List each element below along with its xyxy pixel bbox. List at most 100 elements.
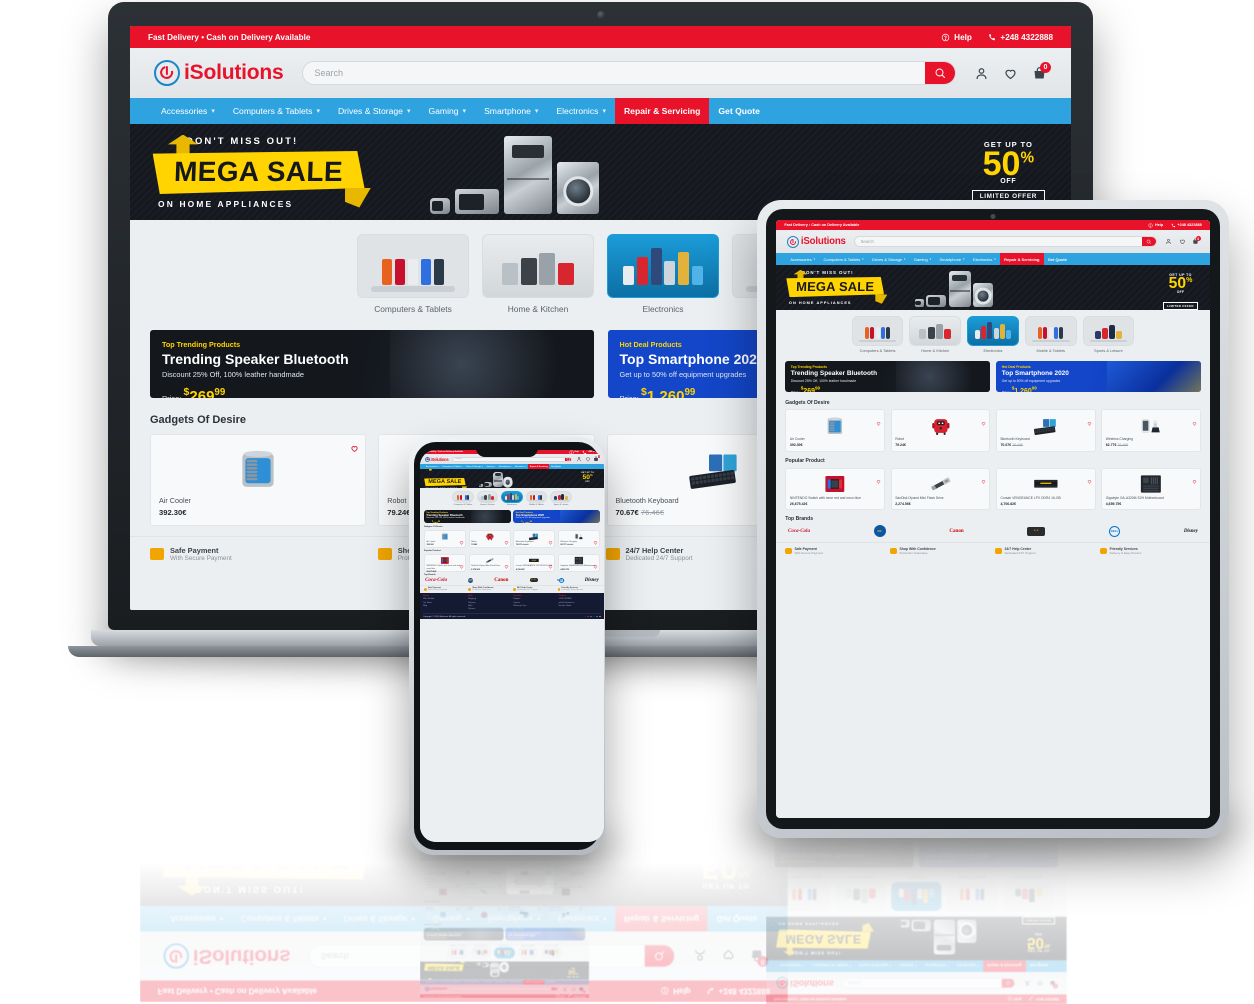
promo-card-dark[interactable]: Top Trending Products Trending Speaker B… [423,928,504,941]
category-tile-mobile-tablets[interactable]: Mobile & Tablets [517,944,539,959]
category-tile-home-kitchen[interactable]: Home & Kitchen [476,490,499,506]
category-tile-electronics[interactable]: Electronics [493,944,516,959]
nav-item-computers-tablets[interactable]: Computers & Tablets ▾ [224,98,329,124]
product-card[interactable]: Bluetooth Keyboard 70.67€ 76.46€ [995,409,1096,452]
brand-logo-dell[interactable]: DELL [546,870,553,876]
product-card[interactable]: NINTENDO Switch with neon red and neon b… [423,880,463,899]
search-button[interactable] [551,987,558,991]
wishlist-icon[interactable] [1179,238,1186,245]
search-input[interactable]: Search [453,458,566,461]
wishlist-heart-icon[interactable] [593,532,598,550]
wishlist-icon[interactable] [1003,66,1018,81]
promo-card-dark[interactable]: Top Trending Products Trending Speaker B… [774,838,914,868]
phone-link[interactable]: +248 4322888 [582,450,600,455]
search-button[interactable] [644,945,675,967]
wishlist-heart-icon[interactable] [548,556,553,574]
brand-logo-dell[interactable]: DELL [1109,525,1121,537]
hero-banner[interactable]: DON'T MISS OUT! MEGA SALE ON HOME APPLIA… [420,961,589,980]
wishlist-heart-icon[interactable] [593,556,598,574]
phone-link[interactable]: +248 4322888 [1171,223,1202,228]
wishlist-heart-icon[interactable] [578,879,583,896]
account-icon[interactable] [974,66,989,81]
search-button[interactable] [1142,237,1156,247]
wishlist-heart-icon[interactable] [1192,471,1197,489]
category-tile-home-kitchen[interactable]: Home & Kitchen [909,316,962,353]
wishlist-heart-icon[interactable] [1087,471,1092,489]
nav-item-gaming[interactable]: Gaming ▾ [896,960,921,972]
phone-link[interactable]: +248 4322888 [988,33,1053,42]
category-tile-mobile-tablets[interactable]: Mobile & Tablets [947,875,998,911]
brand-logo[interactable]: iSolutions [163,943,290,969]
product-card[interactable]: Air Cooler 392.30€ [785,409,885,452]
wishlist-heart-icon[interactable] [876,471,881,489]
help-link[interactable]: Help [1148,223,1163,228]
brand-logo-disney[interactable]: Disney [570,871,584,876]
promo-card-blue[interactable]: Hot Deal Products Top Smartphone 2020 Ge… [505,928,586,941]
wishlist-icon[interactable] [585,456,591,462]
category-tile-sports-leisure[interactable]: Sports & Leisure [1003,875,1054,911]
nav-item-accessories[interactable]: Accessories ▾ [786,253,819,265]
phone-link[interactable]: +248 4322888 [568,994,586,998]
brand-logo-disney[interactable]: Disney [1184,525,1198,537]
cart-icon[interactable]: 0 [749,949,769,968]
brand-logo[interactable]: iSolutions [424,986,447,992]
nav-item-drives-storage[interactable]: Drives & Storage ▾ [329,98,419,124]
nav-item-gaming[interactable]: Gaming ▾ [424,906,478,931]
footer-link[interactable]: Blog [423,605,465,608]
wishlist-heart-icon[interactable] [456,902,461,919]
nav-item-computers-tablets[interactable]: Computers & Tablets ▾ [232,906,335,931]
brand-logo-coca-cola[interactable]: Coca-Cola [425,578,447,583]
promo-card-blue[interactable]: Hot Deal Products Top Smartphone 2020 Ge… [996,360,1201,393]
product-card[interactable]: Corsair VENGEANCE LPX DDR4 16-GB 4,706.8… [995,467,1096,511]
product-card[interactable]: Gigabyte GA-A320M-S2H Motherboard 4,659.… [546,879,586,899]
account-icon[interactable] [562,986,568,992]
category-tile-sports-leisure[interactable]: Sports & Leisure [1082,316,1135,353]
search-input[interactable]: Search [855,237,1142,246]
account-icon[interactable] [1165,238,1172,245]
product-card[interactable]: Bluetooth Keyboard 70.67€ 76.46€ [505,904,545,922]
product-card[interactable]: SanDisk iXpand Mini Flash Drive 2,274.56… [464,879,504,899]
product-card[interactable]: NINTENDO Switch with neon red and neon b… [423,553,467,573]
promo-card-dark[interactable]: Top Trending Products Trending Speaker B… [785,360,990,393]
cart-icon[interactable]: 0 [1050,980,1059,989]
cart-icon[interactable]: 0 [579,986,586,993]
category-tile-mobile-tablets[interactable]: Mobile & Tablets [525,490,548,506]
wishlist-heart-icon[interactable] [548,532,553,550]
category-tile-sports-leisure[interactable]: Sports & Leisure [550,490,572,506]
wishlist-heart-icon[interactable] [496,902,501,919]
brand-logo[interactable]: iSolutions [424,456,449,462]
nav-item-accessories[interactable]: Accessories ▾ [162,906,232,931]
product-card[interactable]: Gigabyte GA-A320M-S2H Motherboard 4,659.… [1101,467,1201,511]
search-box[interactable]: Search [450,986,559,992]
nav-item-smartphone[interactable]: Smartphone ▾ [475,98,547,124]
category-tile-sports-leisure[interactable]: Sports & Leisure [540,944,563,959]
search-box[interactable]: Search [841,977,1016,989]
search-input[interactable]: Search [452,988,552,991]
wishlist-heart-icon[interactable] [496,879,501,896]
nav-item-get-quote[interactable]: Get Quote [1043,253,1072,266]
search-input[interactable]: Search [309,945,645,967]
nav-item-drives-storage[interactable]: Drives & Storage ▾ [868,253,910,265]
nav-item-computers-tablets[interactable]: Computers & Tablets ▾ [808,960,855,972]
brand-logo-canon[interactable]: Canon [494,578,508,583]
hero-banner[interactable]: DON'T MISS OUT! MEGA SALE ON HOME APPLIA… [420,469,604,488]
nav-item-repair-servicing[interactable]: Repair & Servicing [615,905,708,932]
brand-logo-canon[interactable]: Canon [949,525,963,537]
search-box[interactable]: Search [301,61,956,85]
category-tile-computers-tablets[interactable]: Computers & Tablets [452,490,474,506]
category-tile-home-kitchen[interactable]: Home & Kitchen [470,944,492,959]
brand-logo-coca-cola[interactable]: Coca-Cola [425,871,446,876]
brand-logo-harley-davidson[interactable]: H-D [1027,525,1046,537]
brand-logo-burger-king[interactable]: BK [468,577,474,583]
wishlist-heart-icon[interactable] [578,902,583,919]
help-link[interactable]: Help [555,993,565,998]
nav-item-repair-servicing[interactable]: Repair & Servicing [523,979,545,985]
nav-item-electronics[interactable]: Electronics ▾ [969,253,1000,265]
search-box[interactable]: Search [308,944,676,968]
category-tile-computers-tablets[interactable]: Computers & Tablets [446,944,468,959]
nav-item-electronics[interactable]: Electronics ▾ [549,906,615,931]
nav-item-gaming[interactable]: Gaming ▾ [482,980,494,985]
nav-item-repair-servicing[interactable]: Repair & Servicing [999,253,1044,266]
brand-logo-canon[interactable]: Canon [488,871,502,876]
cart-icon[interactable]: 0 [593,455,601,462]
